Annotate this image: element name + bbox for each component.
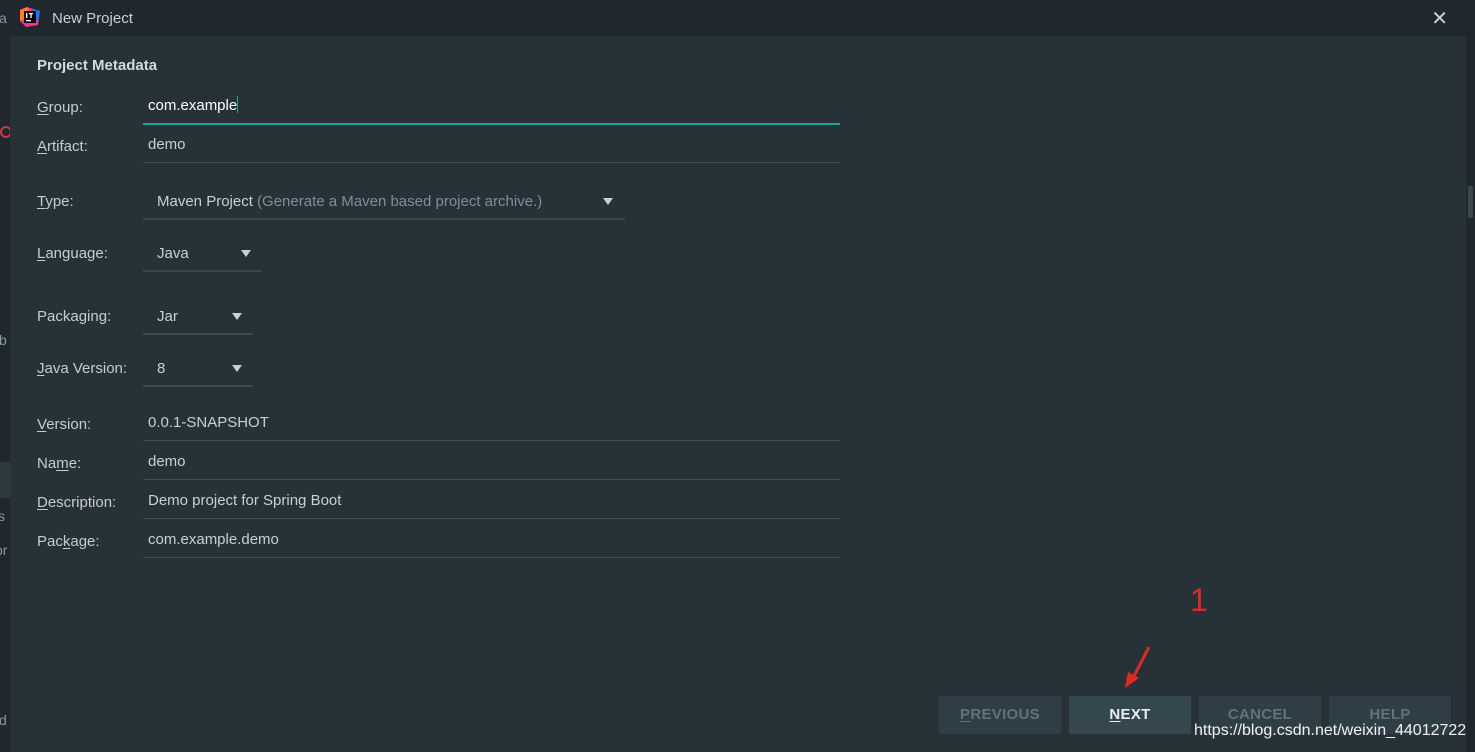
triangle-down-icon xyxy=(241,250,251,257)
name-field[interactable]: demo xyxy=(143,451,840,480)
triangle-down-icon xyxy=(232,313,242,320)
type-value: Maven Project xyxy=(157,193,253,210)
name-label: Name: xyxy=(37,455,82,472)
artifact-value: demo xyxy=(148,136,186,153)
close-icon[interactable]: ✕ xyxy=(1431,6,1448,31)
background-status-icon xyxy=(0,126,10,138)
java-version-label: Java Version: xyxy=(37,360,128,377)
background-selection xyxy=(0,462,10,498)
version-value: 0.0.1-SNAPSHOT xyxy=(148,414,269,431)
background-scrollbar[interactable] xyxy=(1466,0,1475,752)
text-caret xyxy=(237,96,239,113)
java-version-select[interactable]: 8 xyxy=(143,355,253,387)
package-value: com.example.demo xyxy=(148,531,279,548)
name-value: demo xyxy=(148,453,186,470)
previous-button[interactable]: PREVIOUS xyxy=(939,696,1061,734)
annotation-number: 1 xyxy=(1190,582,1208,618)
new-project-dialog: New Project ✕ Project Metadata Group: co… xyxy=(10,0,1466,752)
dialog-titlebar: New Project ✕ xyxy=(10,0,1466,36)
packaging-select[interactable]: Jar xyxy=(143,303,253,335)
packaging-label: Packaging: xyxy=(37,308,112,325)
language-label: Language: xyxy=(37,245,108,262)
package-label: Package: xyxy=(37,533,100,550)
language-select[interactable]: Java xyxy=(143,240,262,272)
group-value: com.example xyxy=(148,97,238,114)
group-field[interactable]: com.example xyxy=(143,94,840,125)
description-value: Demo project for Spring Boot xyxy=(148,492,342,509)
intellij-idea-icon xyxy=(20,7,40,27)
description-label: Description: xyxy=(37,494,117,511)
package-field[interactable]: com.example.demo xyxy=(143,529,840,558)
java-version-value: 8 xyxy=(157,360,166,377)
packaging-value: Jar xyxy=(157,308,178,325)
triangle-down-icon xyxy=(232,365,242,372)
background-text: d xyxy=(0,712,7,728)
version-field[interactable]: 0.0.1-SNAPSHOT xyxy=(143,412,840,441)
triangle-down-icon xyxy=(603,198,613,205)
artifact-label: Artifact: xyxy=(37,138,88,155)
artifact-field[interactable]: demo xyxy=(143,134,840,163)
section-title: Project Metadata xyxy=(37,57,158,74)
background-text: s xyxy=(0,508,5,524)
background-text: la xyxy=(0,10,7,26)
scrollbar-thumb[interactable] xyxy=(1468,186,1473,218)
version-label: Version: xyxy=(37,416,92,433)
group-label: Group: xyxy=(37,99,83,116)
language-value: Java xyxy=(157,245,189,262)
background-text: b xyxy=(0,332,7,348)
dialog-title: New Project xyxy=(52,10,133,27)
type-select[interactable]: Maven Project (Generate a Maven based pr… xyxy=(143,188,625,220)
watermark: https://blog.csdn.net/weixin_44012722 xyxy=(1194,722,1467,739)
type-hint: (Generate a Maven based project archive.… xyxy=(257,193,543,210)
background-ide-strip: la b s or d xyxy=(0,0,10,752)
annotation-arrow-icon xyxy=(1125,646,1151,688)
background-text: or xyxy=(0,542,8,558)
type-label: Type: xyxy=(37,193,74,210)
description-field[interactable]: Demo project for Spring Boot xyxy=(143,490,840,519)
next-button[interactable]: NEXT xyxy=(1069,696,1191,734)
